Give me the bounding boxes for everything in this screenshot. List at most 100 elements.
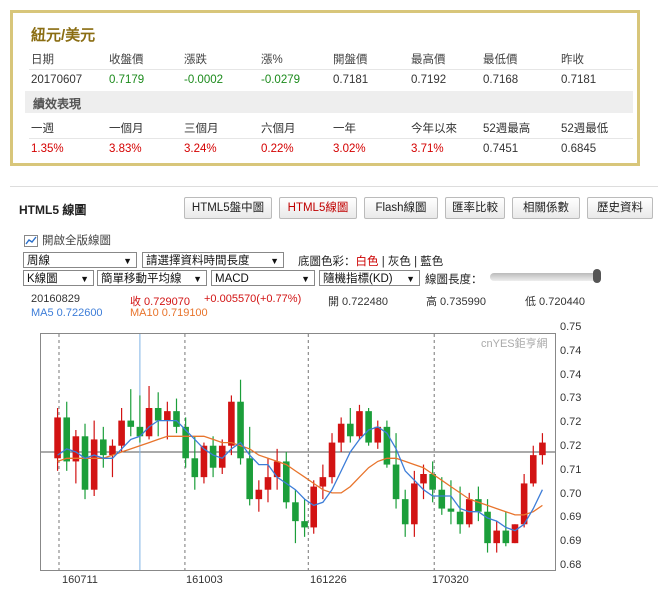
perf-header-ytd: 今年以來 xyxy=(411,123,457,135)
col-header-low: 最低價 xyxy=(483,54,518,66)
bg-color-gray[interactable]: 灰色 xyxy=(388,256,411,268)
candle-body xyxy=(154,408,162,421)
candle-body xyxy=(337,423,345,443)
candle-body xyxy=(81,436,89,490)
performance-section-header: 績效表現 xyxy=(25,91,633,113)
tab-flash-chart[interactable]: Flash線圖 xyxy=(364,197,438,219)
info-high: 高 0.735990 xyxy=(426,296,486,308)
bg-color-label: 底圖色彩： xyxy=(298,256,356,268)
candle-body xyxy=(118,420,125,446)
performance-header-row: 一週 一個月 三個月 六個月 一年 今年以來 52週最高 52週最低 xyxy=(29,116,633,138)
candle-body xyxy=(520,483,528,525)
chevron-down-icon: ▼ xyxy=(123,256,132,266)
tab-rate-compare[interactable]: 匯率比較 xyxy=(445,197,505,219)
y-tick-label: 0.68 xyxy=(560,559,582,571)
bg-color-white[interactable]: 白色 xyxy=(356,256,379,268)
candle-body xyxy=(100,439,107,456)
tab-history[interactable]: 歷史資料 xyxy=(587,197,653,219)
y-tick-label: 0.70 xyxy=(560,487,582,500)
performance-values-row: 1.35% 3.83% 3.24% 0.22% 3.02% 3.71% 0.74… xyxy=(29,138,633,161)
y-tick-label: 0.75 xyxy=(560,321,582,333)
candle-body xyxy=(529,455,537,484)
candle-body xyxy=(319,477,327,487)
chevron-down-icon: ▼ xyxy=(406,274,415,284)
range-select[interactable]: 請選擇資料時間長度 ▼ xyxy=(142,252,284,268)
candle-body xyxy=(228,401,235,446)
range-select-value: 請選擇資料時間長度 xyxy=(146,255,250,267)
open-full-chart-button[interactable]: 開啟全版線圖 xyxy=(24,233,111,249)
x-tick-label: 170320 xyxy=(432,574,469,586)
tab-correlation[interactable]: 相關係數 xyxy=(512,197,580,219)
candle-body xyxy=(63,417,71,462)
value-date: 20170607 xyxy=(31,74,83,86)
stochastic-select[interactable]: 隨機指標(KD) ▼ xyxy=(319,270,420,286)
chevron-down-icon: ▼ xyxy=(80,274,89,284)
info-open: 開 0.722480 xyxy=(328,296,388,308)
candle-body xyxy=(456,511,464,525)
indicator-select[interactable]: MACD ▼ xyxy=(211,270,315,286)
y-tick-label: 0.72 xyxy=(560,440,582,452)
chart-panel: HTML5 線圖 HTML5盤中圖 HTML5線圖 Flash線圖 匯率比較 相… xyxy=(10,186,658,590)
y-tick-label: 0.74 xyxy=(560,368,582,381)
x-tick-label: 161226 xyxy=(310,574,347,586)
y-tick-label: 0.71 xyxy=(560,463,582,476)
cnyes-watermark: cnYES鉅亨網 xyxy=(481,338,548,350)
perf-header-52w-low: 52週最低 xyxy=(561,123,609,135)
value-change-pct: -0.0279 xyxy=(261,74,301,86)
chart-panel-title: HTML5 線圖 xyxy=(19,203,87,217)
y-tick-label: 0.69 xyxy=(560,535,582,548)
info-ma10: MA10 0.719100 xyxy=(130,307,208,319)
tab-html5-intraday[interactable]: HTML5盤中圖 xyxy=(184,197,272,219)
tab-html5-chart[interactable]: HTML5線圖 xyxy=(279,197,357,219)
candle-body xyxy=(447,508,455,512)
perf-header-3m: 三個月 xyxy=(184,123,219,135)
chart-length-label: 線圖長度： xyxy=(425,274,483,286)
candle-body xyxy=(164,411,171,421)
col-header-date: 日期 xyxy=(31,54,54,66)
info-ma5: MA5 0.722600 xyxy=(31,307,103,319)
perf-value-ytd: 3.71% xyxy=(411,143,444,155)
chevron-down-icon: ▼ xyxy=(270,256,279,266)
period-select-value: 周線 xyxy=(27,255,50,267)
col-header-change: 漲跌 xyxy=(184,54,207,66)
candle-body xyxy=(301,521,308,528)
background-color-picker: 底圖色彩：白色 | 灰色 | 藍色 xyxy=(298,256,444,268)
col-header-prev-close: 昨收 xyxy=(561,54,584,66)
candle-body xyxy=(365,411,372,443)
chart-length-slider[interactable] xyxy=(490,273,600,281)
open-full-chart-label: 開啟全版線圖 xyxy=(42,235,111,247)
perf-value-1m: 3.83% xyxy=(109,143,142,155)
value-low: 0.7168 xyxy=(483,74,519,86)
x-tick-label: 161003 xyxy=(186,574,223,586)
value-open: 0.7181 xyxy=(333,74,369,86)
candle-body xyxy=(264,477,272,490)
value-prev-close: 0.7181 xyxy=(561,74,597,86)
period-select[interactable]: 周線 ▼ xyxy=(23,252,137,268)
col-header-close: 收盤價 xyxy=(109,54,144,66)
chart-type-select[interactable]: K線圖 ▼ xyxy=(23,270,94,286)
perf-value-1y: 3.02% xyxy=(333,143,366,155)
chart-length-slider-handle[interactable] xyxy=(593,269,601,283)
candlestick-plot-area[interactable] xyxy=(40,333,556,571)
perf-header-1w: 一週 xyxy=(31,123,54,135)
quote-values-row: 20170607 0.7179 -0.0002 -0.0279 0.7181 0… xyxy=(29,69,633,93)
y-tick-label: 0.69 xyxy=(560,511,582,524)
candle-body xyxy=(246,458,253,500)
indicator-value: MACD xyxy=(215,273,249,285)
perf-header-1y: 一年 xyxy=(333,123,356,135)
quote-header-row: 日期 收盤價 漲跌 漲% 開盤價 最高價 最低價 昨收 xyxy=(29,47,633,69)
candlestick-chart xyxy=(41,334,555,570)
candle-body xyxy=(411,483,418,525)
candle-body xyxy=(328,442,336,478)
candle-body xyxy=(54,417,61,459)
stochastic-value: 隨機指標(KD) xyxy=(323,273,393,285)
info-date: 20160829 xyxy=(31,293,80,305)
bg-color-blue[interactable]: 藍色 xyxy=(420,256,443,268)
x-tick-label: 160711 xyxy=(62,574,98,586)
value-change: -0.0002 xyxy=(184,74,224,86)
moving-average-select[interactable]: 簡單移動平均線 ▼ xyxy=(97,270,207,286)
candle-body xyxy=(292,502,299,522)
chevron-down-icon: ▼ xyxy=(193,274,202,284)
candle-body xyxy=(401,499,409,525)
y-tick-label: 0.72 xyxy=(560,416,582,429)
